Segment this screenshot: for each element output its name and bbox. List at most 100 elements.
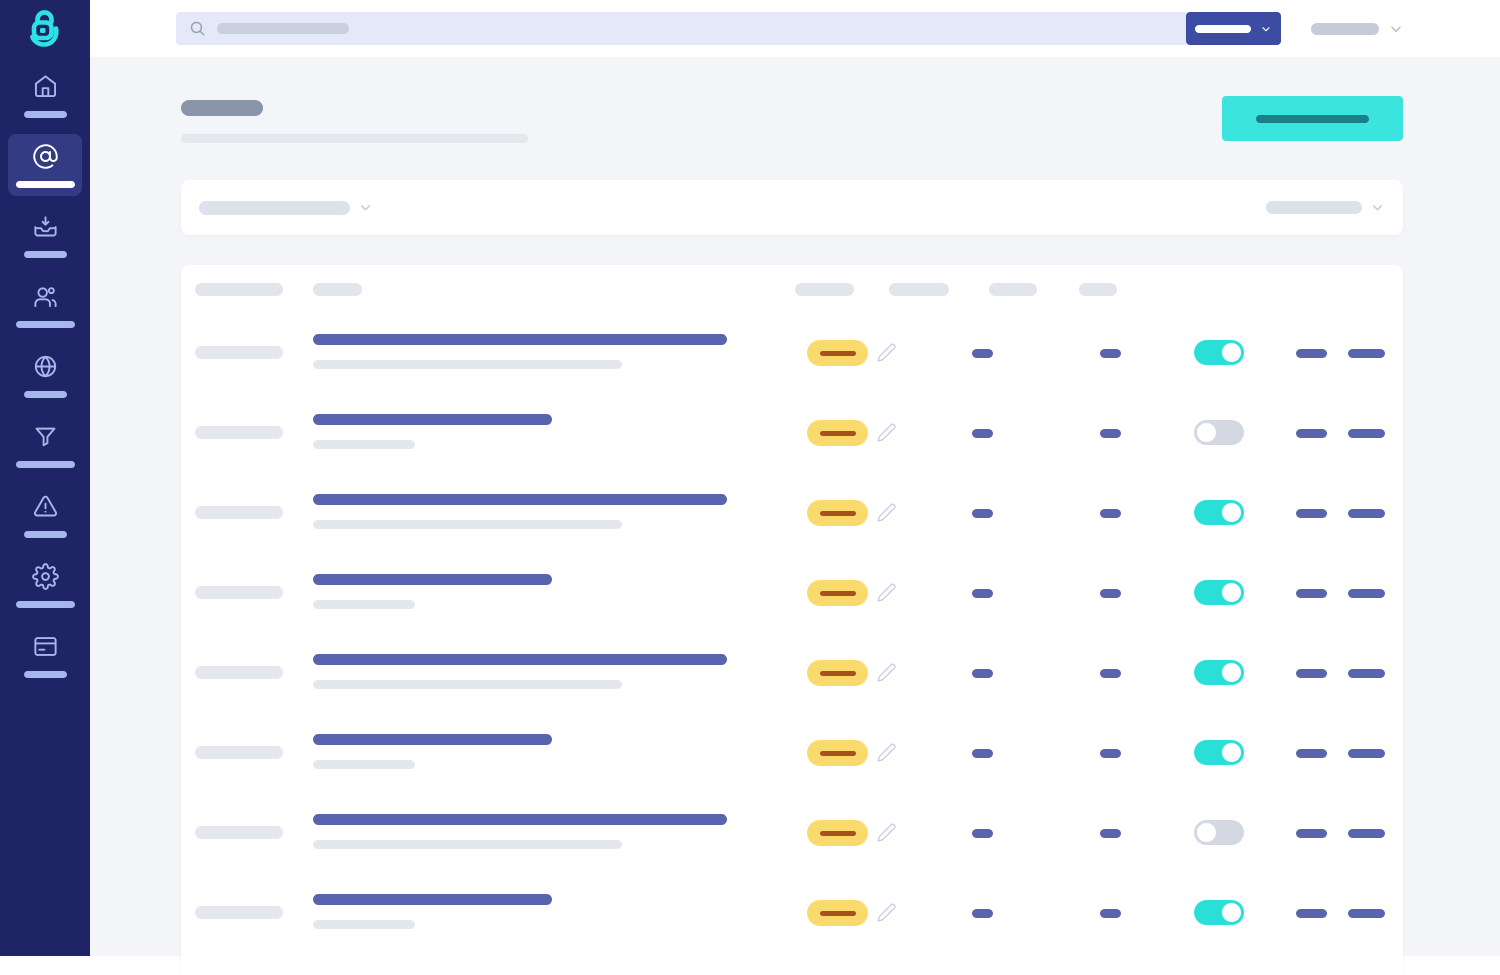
sidebar-item-billing[interactable] xyxy=(8,620,82,690)
edit-button[interactable] xyxy=(875,342,897,364)
edit-button[interactable] xyxy=(875,822,897,844)
row-stat-2-placeholder xyxy=(1100,429,1121,438)
row-action-link-2[interactable] xyxy=(1348,669,1385,678)
row-action-link-1[interactable] xyxy=(1296,909,1327,918)
sidebar-item-globe[interactable] xyxy=(8,340,82,410)
row-name-cell xyxy=(313,894,552,929)
pencil-icon xyxy=(876,422,897,443)
row-stat-2-placeholder xyxy=(1100,589,1121,598)
search-input[interactable] xyxy=(176,12,1186,45)
sidebar-item-users[interactable] xyxy=(8,270,82,340)
sidebar-item-alerts[interactable] xyxy=(8,480,82,550)
row-title-placeholder[interactable] xyxy=(313,334,727,345)
lock-at-logo-icon xyxy=(22,8,68,56)
edit-button[interactable] xyxy=(875,662,897,684)
row-subtitle-placeholder xyxy=(313,760,415,769)
edit-button[interactable] xyxy=(875,742,897,764)
row-stat-2-placeholder xyxy=(1100,829,1121,838)
row-action-link-1[interactable] xyxy=(1296,749,1327,758)
chevron-down-icon xyxy=(1388,21,1404,37)
row-id-placeholder xyxy=(195,426,283,439)
row-action-link-2[interactable] xyxy=(1348,749,1385,758)
row-action-link-2[interactable] xyxy=(1348,349,1385,358)
row-name-cell xyxy=(313,334,727,369)
toggle-knob xyxy=(1222,343,1241,362)
filter-icon xyxy=(32,423,59,450)
column-header-placeholder xyxy=(313,283,362,296)
sort-select[interactable] xyxy=(1266,200,1385,215)
row-title-placeholder[interactable] xyxy=(313,654,727,665)
filter-select[interactable] xyxy=(199,200,373,215)
row-stat-2-placeholder xyxy=(1100,749,1121,758)
table-body xyxy=(181,313,1403,953)
pencil-icon xyxy=(876,342,897,363)
row-action-link-1[interactable] xyxy=(1296,349,1327,358)
row-toggle[interactable] xyxy=(1194,420,1244,445)
row-action-link-2[interactable] xyxy=(1348,589,1385,598)
row-title-placeholder[interactable] xyxy=(313,574,552,585)
column-header-placeholder xyxy=(795,283,854,296)
status-badge-label-bar xyxy=(820,511,856,516)
row-stat-1-placeholder xyxy=(972,429,993,438)
row-title-placeholder[interactable] xyxy=(313,894,552,905)
row-stat-1-placeholder xyxy=(972,349,993,358)
edit-button[interactable] xyxy=(875,422,897,444)
status-badge-label-bar xyxy=(820,671,856,676)
column-header-placeholder xyxy=(889,283,949,296)
row-toggle[interactable] xyxy=(1194,500,1244,525)
row-title-placeholder[interactable] xyxy=(313,414,552,425)
column-header-placeholder xyxy=(1079,283,1117,296)
row-action-link-1[interactable] xyxy=(1296,829,1327,838)
page-title xyxy=(181,100,263,116)
row-id-placeholder xyxy=(195,746,283,759)
sidebar-item-inbox[interactable] xyxy=(8,200,82,270)
row-subtitle-placeholder xyxy=(313,440,415,449)
row-action-link-1[interactable] xyxy=(1296,509,1327,518)
row-action-link-2[interactable] xyxy=(1348,429,1385,438)
row-action-link-1[interactable] xyxy=(1296,589,1327,598)
row-toggle[interactable] xyxy=(1194,740,1244,765)
row-title-placeholder[interactable] xyxy=(313,734,552,745)
status-badge xyxy=(807,500,868,526)
row-action-link-2[interactable] xyxy=(1348,909,1385,918)
table-row xyxy=(181,793,1403,873)
search-scope-button[interactable] xyxy=(1186,12,1281,45)
primary-action-button[interactable] xyxy=(1222,96,1403,141)
row-title-placeholder[interactable] xyxy=(313,814,727,825)
pencil-icon xyxy=(876,742,897,763)
row-toggle[interactable] xyxy=(1194,900,1244,925)
sidebar-item-mentions[interactable] xyxy=(8,134,82,196)
account-menu[interactable] xyxy=(1311,21,1404,37)
app-logo[interactable] xyxy=(21,7,69,57)
search-placeholder-bar xyxy=(217,23,349,34)
nav-label-placeholder xyxy=(24,251,67,258)
row-name-cell xyxy=(313,734,552,769)
row-toggle[interactable] xyxy=(1194,820,1244,845)
sidebar-item-settings[interactable] xyxy=(8,550,82,620)
page-subtitle xyxy=(181,134,528,143)
page-header xyxy=(181,96,1403,143)
globe-icon xyxy=(32,353,59,380)
edit-button[interactable] xyxy=(875,502,897,524)
row-action-link-2[interactable] xyxy=(1348,509,1385,518)
table-header xyxy=(181,265,1403,313)
sidebar-item-home[interactable] xyxy=(8,60,82,130)
row-action-link-1[interactable] xyxy=(1296,669,1327,678)
row-title-placeholder[interactable] xyxy=(313,494,727,505)
edit-button[interactable] xyxy=(875,582,897,604)
edit-button[interactable] xyxy=(875,902,897,924)
nav-label-placeholder xyxy=(24,531,67,538)
row-stat-2-placeholder xyxy=(1100,669,1121,678)
row-subtitle-placeholder xyxy=(313,680,622,689)
row-toggle[interactable] xyxy=(1194,340,1244,365)
filter-bar xyxy=(181,180,1403,235)
status-badge xyxy=(807,900,868,926)
row-action-link-1[interactable] xyxy=(1296,429,1327,438)
filter-select-value-bar xyxy=(199,201,350,215)
table-row xyxy=(181,873,1403,953)
row-action-link-2[interactable] xyxy=(1348,829,1385,838)
row-toggle[interactable] xyxy=(1194,660,1244,685)
row-id-placeholder xyxy=(195,506,283,519)
row-toggle[interactable] xyxy=(1194,580,1244,605)
sidebar-item-filters[interactable] xyxy=(8,410,82,480)
